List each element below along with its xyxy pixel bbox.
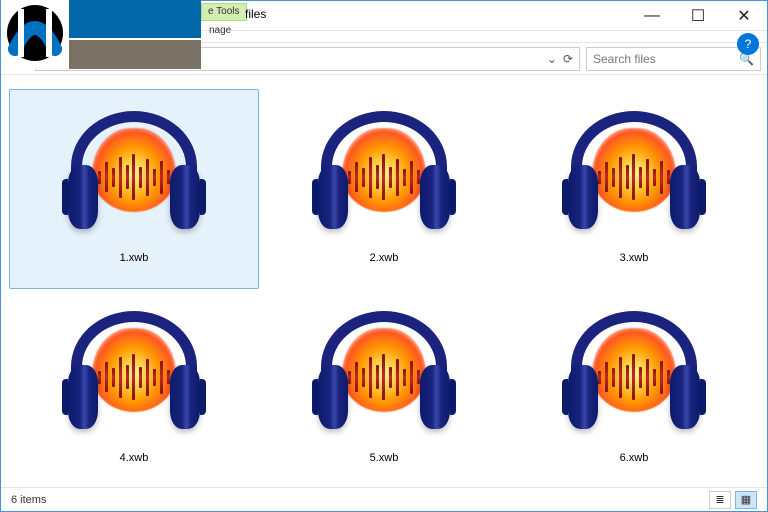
help-button[interactable]: ?: [737, 33, 759, 55]
refresh-icon[interactable]: ⟳: [563, 52, 573, 66]
file-grid[interactable]: 1.xwb 2.xwb 3.xwb 4.xwb 5.xwb 6.xwb: [1, 75, 767, 487]
audacity-file-icon: [59, 303, 209, 443]
search-input[interactable]: Search files 🔍: [586, 47, 761, 71]
file-item[interactable]: 6.xwb: [509, 289, 759, 487]
window-title: files: [245, 7, 266, 21]
contextual-tab-tools[interactable]: e Tools: [201, 3, 247, 21]
file-item[interactable]: 3.xwb: [509, 89, 759, 289]
close-button[interactable]: ✕: [721, 1, 767, 30]
file-name: 6.xwb: [620, 452, 649, 464]
file-item[interactable]: 1.xwb: [9, 89, 259, 289]
view-large-icons-button[interactable]: ▦: [735, 491, 757, 509]
file-item[interactable]: 2.xwb: [259, 89, 509, 289]
item-count: 6 items: [11, 494, 46, 506]
branding-overlay: [1, 0, 201, 69]
audacity-file-icon: [559, 303, 709, 443]
brand-logo-icon: [1, 0, 69, 67]
audacity-file-icon: [309, 303, 459, 443]
status-bar: 6 items ≣ ▦: [1, 487, 767, 511]
details-view-icon: ≣: [715, 493, 724, 506]
ribbon-tab-fragment[interactable]: nage: [201, 23, 239, 38]
file-name: 3.xwb: [620, 252, 649, 264]
file-name: 1.xwb: [120, 252, 149, 264]
file-name: 2.xwb: [370, 252, 399, 264]
file-name: 5.xwb: [370, 452, 399, 464]
maximize-icon: ☐: [691, 6, 705, 26]
breadcrumb-dropdown-icon[interactable]: ⌄: [547, 52, 557, 66]
file-item[interactable]: 4.xwb: [9, 289, 259, 487]
maximize-button[interactable]: ☐: [675, 1, 721, 30]
minimize-icon: —: [644, 7, 660, 25]
file-name: 4.xwb: [120, 452, 149, 464]
search-placeholder: Search files: [593, 52, 656, 66]
minimize-button[interactable]: —: [629, 1, 675, 30]
explorer-window: — ☐ ✕ e Tools nage files ? ↑ (C:) › file…: [0, 0, 768, 512]
view-details-button[interactable]: ≣: [709, 491, 731, 509]
large-icons-view-icon: ▦: [741, 493, 751, 506]
close-icon: ✕: [737, 6, 750, 26]
audacity-file-icon: [59, 103, 209, 243]
audacity-file-icon: [309, 103, 459, 243]
audacity-file-icon: [559, 103, 709, 243]
help-icon: ?: [745, 37, 752, 51]
file-item[interactable]: 5.xwb: [259, 289, 509, 487]
